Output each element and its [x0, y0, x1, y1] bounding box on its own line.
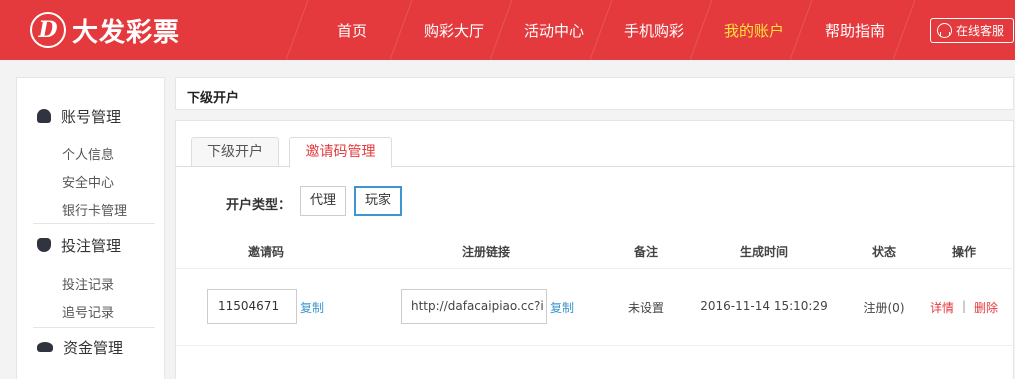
online-service-label: 在线客服	[956, 24, 1005, 38]
created-time-value: 2016-11-14 15:10:29	[700, 299, 828, 313]
tab-sub-account[interactable]: 下级开户	[191, 137, 279, 167]
column-header-actions: 操作	[951, 245, 976, 259]
logo-text: 大发彩票	[72, 17, 181, 48]
money-icon	[37, 342, 53, 352]
nav-activity-center[interactable]: 活动中心	[504, 0, 604, 60]
sidebar-item-bet-records[interactable]: 投注记录	[62, 274, 114, 293]
copy-code-link[interactable]: 复制	[300, 299, 324, 316]
sidebar-group-title: 投注管理	[61, 236, 122, 255]
column-header-invite-code: 邀请码	[247, 245, 284, 259]
nav-help-guide[interactable]: 帮助指南	[804, 0, 906, 60]
sidebar-group-account[interactable]: 账号管理	[37, 106, 121, 126]
type-agent-button[interactable]: 代理	[300, 186, 346, 216]
nav-my-account[interactable]: 我的账户	[704, 0, 804, 60]
nav-divider	[590, 0, 612, 60]
tab-invite-code[interactable]: 邀请码管理	[289, 137, 392, 168]
sidebar-group-title: 资金管理	[63, 338, 124, 357]
top-header: D 大发彩票 首页 购彩大厅 活动中心 手机购彩 我的账户 帮助指南 在线客服	[0, 0, 1015, 60]
headset-icon	[937, 23, 952, 38]
table-row-divider	[176, 345, 1015, 346]
note-value: 未设置	[627, 301, 664, 315]
user-icon	[37, 109, 51, 123]
sidebar-item-personal-info[interactable]: 个人信息	[62, 144, 114, 163]
sidebar-group-title: 账号管理	[61, 107, 122, 126]
detail-link[interactable]: 详情	[930, 299, 954, 316]
column-header-created-time: 生成时间	[739, 245, 788, 259]
sidebar-item-bank-card[interactable]: 银行卡管理	[62, 200, 127, 219]
online-service-button[interactable]: 在线客服	[930, 18, 1014, 43]
delete-link[interactable]: 删除	[974, 299, 998, 316]
action-separator: |	[962, 299, 967, 313]
sidebar-divider	[33, 223, 155, 224]
invite-code-field[interactable]: 11504671	[207, 289, 297, 324]
type-player-button[interactable]: 玩家	[354, 186, 402, 216]
sidebar-divider	[33, 327, 155, 328]
nav-lottery-hall[interactable]: 购彩大厅	[404, 0, 504, 60]
nav-divider	[490, 0, 512, 60]
nav-divider	[286, 0, 308, 60]
nav-divider	[893, 0, 915, 60]
column-header-note: 备注	[633, 245, 658, 259]
nav-divider	[690, 0, 712, 60]
register-link-field[interactable]: http://dafacaipiao.cc?i	[401, 289, 547, 324]
nav-divider	[390, 0, 412, 60]
copy-link-link[interactable]: 复制	[550, 299, 574, 316]
column-header-status: 状态	[871, 245, 896, 259]
sidebar-item-chase-records[interactable]: 追号记录	[62, 302, 114, 321]
table-header-divider	[176, 268, 1015, 269]
nav-mobile-lottery[interactable]: 手机购彩	[604, 0, 704, 60]
logo[interactable]: D 大发彩票	[30, 12, 180, 48]
sidebar: 账号管理 个人信息 安全中心 银行卡管理 投注管理 投注记录 追号记录 资金管理	[16, 77, 165, 379]
account-type-label: 开户类型：	[226, 198, 292, 213]
nav-home[interactable]: 首页	[300, 0, 404, 60]
column-header-register-link: 注册链接	[461, 245, 510, 259]
bag-icon	[37, 238, 51, 252]
invite-code-panel: 下级开户 邀请码管理 开户类型： 代理 玩家 邀请码 注册链接 备注 生成时间 …	[175, 120, 1015, 379]
logo-mark: D	[30, 12, 66, 48]
status-value: 注册(0)	[863, 301, 905, 315]
sidebar-group-betting[interactable]: 投注管理	[37, 235, 121, 255]
sidebar-item-security-center[interactable]: 安全中心	[62, 172, 114, 191]
page-title: 下级开户	[187, 91, 240, 106]
nav-divider	[790, 0, 812, 60]
sidebar-group-funds[interactable]: 资金管理	[37, 337, 123, 357]
page-title-bar: 下级开户	[175, 77, 1014, 110]
